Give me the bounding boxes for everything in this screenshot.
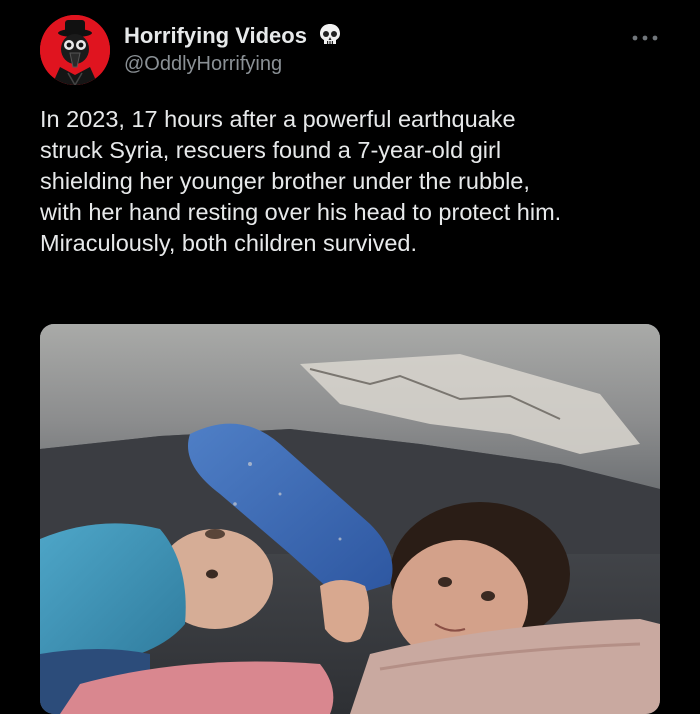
post-card: Horrifying Videos @OddlyHorrifying In 20…: [0, 0, 700, 714]
post-header: Horrifying Videos @OddlyHorrifying: [40, 15, 660, 85]
avatar[interactable]: [40, 15, 110, 85]
author-handle[interactable]: @OddlyHorrifying: [124, 53, 282, 76]
skull-icon: [320, 24, 341, 44]
post-photo[interactable]: [40, 324, 660, 714]
post-text-line: In 2023, 17 hours after a powerful earth…: [40, 106, 516, 132]
more-options-icon[interactable]: [630, 33, 660, 43]
plague-mask-avatar-icon: [40, 15, 110, 85]
post-text-line: struck Syria, rescuers found a 7-year-ol…: [40, 137, 502, 163]
post-text-line: Miraculously, both children survived.: [40, 230, 418, 256]
photo-illustration: [40, 324, 660, 714]
post-text: In 2023, 17 hours after a powerful earth…: [40, 104, 670, 259]
author-name[interactable]: Horrifying Videos: [124, 23, 341, 49]
post-text-line: shielding her younger brother under the …: [40, 168, 530, 194]
author-name-text: Horrifying Videos: [124, 23, 307, 48]
post-text-line: with her hand resting over his head to p…: [40, 199, 562, 225]
